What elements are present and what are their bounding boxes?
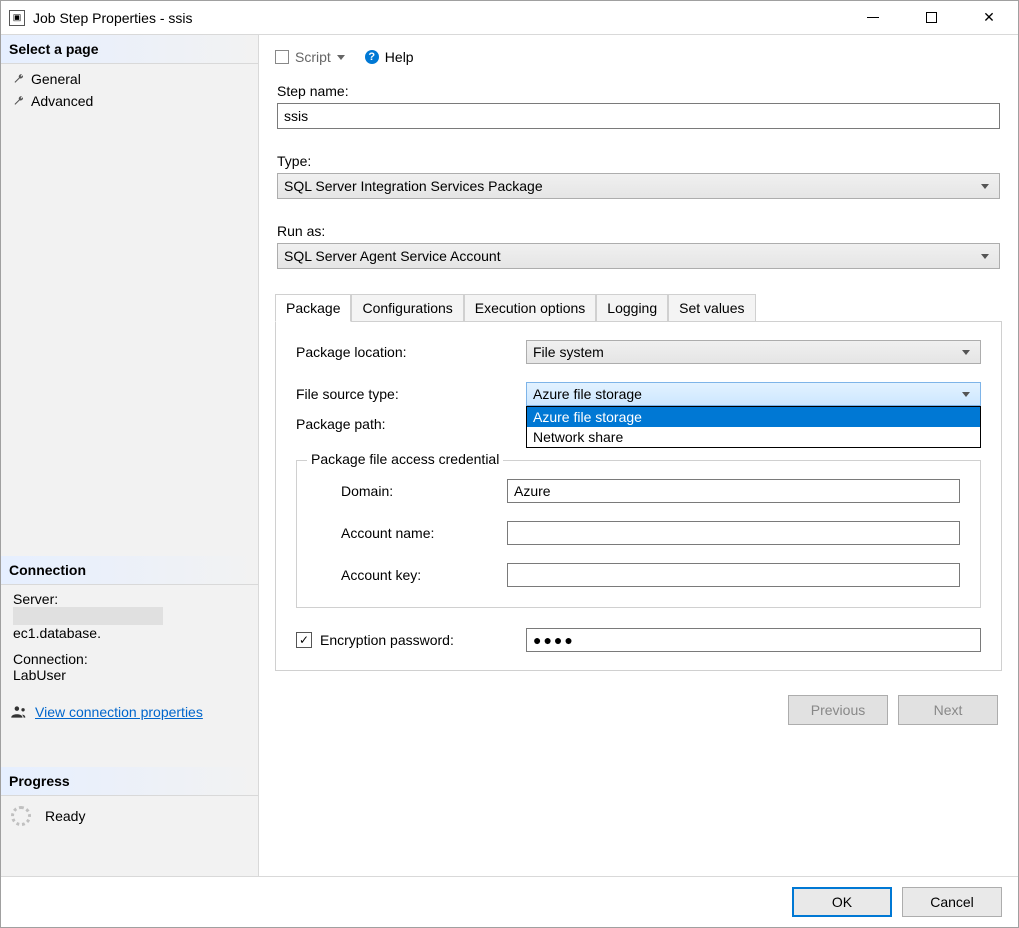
main-toolbar: Script ? Help (275, 45, 1002, 77)
connection-header: Connection (1, 556, 258, 585)
view-connection-link[interactable]: View connection properties (35, 704, 203, 720)
cancel-button[interactable]: Cancel (902, 887, 1002, 917)
file-source-select[interactable]: Azure file storage (526, 382, 981, 406)
maximize-button[interactable] (902, 1, 960, 34)
body-split: Select a page General Advanced Connectio… (1, 35, 1018, 876)
file-source-row: File source type: Azure file storage Azu… (296, 382, 981, 406)
window-controls (844, 1, 1018, 34)
package-path-label: Package path: (296, 416, 526, 432)
people-icon (9, 703, 27, 721)
sidebar-item-advanced[interactable]: Advanced (1, 90, 258, 112)
chevron-down-icon (962, 392, 970, 397)
file-source-option-azure[interactable]: Azure file storage (527, 407, 980, 427)
close-button[interactable] (960, 1, 1018, 34)
tab-set-values[interactable]: Set values (668, 294, 755, 322)
package-location-value: File system (533, 344, 604, 360)
file-source-dropdown: Azure file storage Network share (526, 406, 981, 448)
maximize-icon (926, 12, 937, 23)
progress-status: Ready (45, 808, 85, 824)
ok-button[interactable]: OK (792, 887, 892, 917)
server-label: Server: (13, 591, 246, 607)
script-icon (275, 50, 289, 64)
step-name-label: Step name: (277, 83, 1000, 99)
progress-header: Progress (1, 767, 258, 796)
account-name-input[interactable] (507, 521, 960, 545)
step-name-input[interactable] (277, 103, 1000, 129)
package-location-row: Package location: File system (296, 340, 981, 364)
window-title: Job Step Properties - ssis (33, 10, 844, 26)
credential-groupbox: Package file access credential Domain: A… (296, 460, 981, 608)
runas-value: SQL Server Agent Service Account (284, 248, 501, 264)
package-location-label: Package location: (296, 344, 526, 360)
script-button[interactable]: Script (295, 49, 331, 65)
sidebar-item-label: General (31, 71, 81, 87)
previous-button[interactable]: Previous (788, 695, 888, 725)
package-location-select[interactable]: File system (526, 340, 981, 364)
file-source-value: Azure file storage (533, 386, 642, 402)
connection-value: LabUser (13, 667, 246, 683)
tab-execution-options[interactable]: Execution options (464, 294, 597, 322)
help-button[interactable]: Help (385, 49, 414, 65)
sidebar: Select a page General Advanced Connectio… (1, 35, 259, 876)
sidebar-item-label: Advanced (31, 93, 93, 109)
wrench-icon (13, 73, 25, 85)
runas-select[interactable]: SQL Server Agent Service Account (277, 243, 1000, 269)
chevron-down-icon[interactable] (337, 55, 345, 60)
tab-package[interactable]: Package (275, 294, 351, 322)
tab-logging[interactable]: Logging (596, 294, 668, 322)
server-redacted (13, 607, 163, 625)
account-name-row: Account name: (317, 521, 960, 545)
server-value: ec1.database. (13, 607, 246, 641)
account-key-label: Account key: (317, 567, 507, 583)
runas-label: Run as: (277, 223, 1000, 239)
connection-section: Server: ec1.database. Connection: LabUse… (1, 585, 258, 697)
type-value: SQL Server Integration Services Package (284, 178, 543, 194)
domain-input[interactable] (507, 479, 960, 503)
next-button[interactable]: Next (898, 695, 998, 725)
chevron-down-icon (981, 254, 989, 259)
titlebar: ▣ Job Step Properties - ssis (1, 1, 1018, 35)
chevron-down-icon (962, 350, 970, 355)
page-list: General Advanced (1, 64, 258, 116)
encryption-label: Encryption password: (320, 632, 526, 648)
file-source-option-network[interactable]: Network share (527, 427, 980, 447)
connection-label: Connection: (13, 651, 246, 667)
progress-row: Ready (1, 796, 258, 836)
window-frame: ▣ Job Step Properties - ssis Select a pa… (0, 0, 1019, 928)
server-suffix: ec1.database. (13, 625, 101, 641)
encryption-checkbox[interactable]: ✓ (296, 632, 312, 648)
step-form: Step name: Type: SQL Server Integration … (275, 77, 1002, 269)
tab-strip: Package Configurations Execution options… (275, 293, 1002, 321)
spinner-icon (11, 806, 31, 826)
file-source-label: File source type: (296, 386, 526, 402)
select-page-header: Select a page (1, 35, 258, 64)
encryption-row: ✓ Encryption password: (296, 628, 981, 652)
domain-row: Domain: (317, 479, 960, 503)
account-name-label: Account name: (317, 525, 507, 541)
domain-label: Domain: (317, 483, 507, 499)
wizard-nav: Previous Next (275, 671, 1002, 735)
minimize-button[interactable] (844, 1, 902, 34)
account-key-input[interactable] (507, 563, 960, 587)
close-icon (983, 9, 995, 26)
type-label: Type: (277, 153, 1000, 169)
tab-configurations[interactable]: Configurations (351, 294, 463, 322)
tab-container: Package Configurations Execution options… (275, 293, 1002, 671)
chevron-down-icon (981, 184, 989, 189)
main-content: Script ? Help Step name: Type: SQL Serve… (259, 35, 1018, 876)
wrench-icon (13, 95, 25, 107)
type-select[interactable]: SQL Server Integration Services Package (277, 173, 1000, 199)
dialog-footer: OK Cancel (1, 876, 1018, 927)
credential-legend: Package file access credential (307, 451, 503, 467)
minimize-icon (867, 17, 879, 18)
help-icon: ? (365, 50, 379, 64)
app-icon: ▣ (9, 10, 25, 26)
encryption-input[interactable] (526, 628, 981, 652)
account-key-row: Account key: (317, 563, 960, 587)
sidebar-item-general[interactable]: General (1, 68, 258, 90)
tab-body: Package location: File system File sourc… (275, 321, 1002, 671)
view-connection-row: View connection properties (1, 697, 258, 727)
